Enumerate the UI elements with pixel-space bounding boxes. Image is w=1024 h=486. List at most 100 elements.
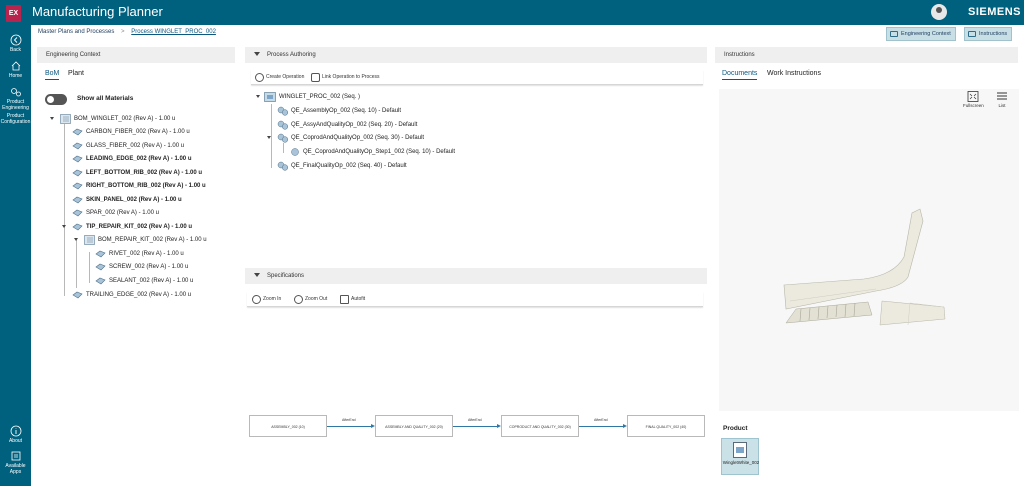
engineering-context-panel: Engineering Context [37, 47, 235, 63]
engineering-context-button[interactable]: Engineering Context [886, 27, 956, 41]
tab-work-instructions[interactable]: Work Instructions [767, 70, 821, 77]
tree-item[interactable]: SKIN_PANEL_002 (Rev A) - 1.00 u [72, 195, 182, 205]
product-file-card[interactable]: WingletWhite_002 [721, 438, 759, 475]
autofit-icon [340, 295, 349, 304]
process-tree-item[interactable]: QE_CoprodAndQualityOp_002 (Seq. 30) - De… [277, 133, 424, 143]
tree-connector [89, 252, 90, 283]
apps-icon [11, 451, 20, 461]
list-button[interactable]: List [996, 91, 1008, 108]
part-icon [72, 182, 83, 190]
flow-node[interactable]: COPRODUCT AND QUALITY_002 (30) [501, 415, 579, 437]
winglet-3d-model [783, 208, 946, 326]
nav-product-configuration[interactable]: Product Configuration [0, 113, 31, 125]
process-tree-item-label: QE_CoprodAndQualityOp_002 (Seq. 30) - De… [291, 135, 425, 141]
instructions-button[interactable]: Instructions [964, 27, 1013, 41]
autofit-button[interactable]: Autofit [340, 294, 365, 305]
process-tree-item-label: WINGLET_PROC_002 (Seq. ) [279, 94, 361, 100]
nav-back[interactable]: Back [0, 34, 31, 53]
process-authoring-panel: Process Authoring [245, 47, 707, 63]
tree-item[interactable]: SPAR_002 (Rev A) - 1.00 u [72, 208, 159, 218]
image-file-icon [733, 442, 747, 458]
tree-item[interactable]: RIVET_002 (Rev A) - 1.00 u [95, 249, 184, 259]
tree-item[interactable]: SCREW_002 (Rev A) - 1.00 u [95, 262, 188, 272]
tree-item[interactable]: GLASS_FIBER_002 (Rev A) - 1.00 u [72, 141, 184, 151]
expand-icon[interactable] [50, 117, 54, 120]
tab-documents[interactable]: Documents [722, 70, 758, 80]
nav-about[interactable]: About [0, 425, 31, 444]
engineering-context-button-label: Engineering Context [901, 31, 951, 37]
app-title: Manufacturing Planner [32, 4, 163, 19]
part-icon [95, 250, 106, 258]
expand-icon[interactable] [62, 225, 66, 228]
tab-plant[interactable]: Plant [68, 70, 84, 77]
tree-connector [64, 124, 65, 296]
tree-item[interactable]: SEALANT_002 (Rev A) - 1.00 u [95, 276, 193, 286]
breadcrumb-current[interactable]: Process WINGLET_PROC_002 [131, 29, 216, 35]
tree-item[interactable]: TRAILING_EDGE_002 (Rev A) - 1.00 u [72, 290, 191, 300]
link-operation-label: Link Operation to Process [322, 74, 380, 80]
specifications-title: Specifications [267, 273, 305, 279]
tree-item[interactable]: BOM_REPAIR_KIT_002 (Rev A) - 1.00 u [84, 235, 207, 245]
part-icon [72, 209, 83, 217]
tree-item[interactable]: LEADING_EDGE_002 (Rev A) - 1.00 u [72, 154, 191, 164]
instructions-button-label: Instructions [979, 31, 1008, 37]
zoom-out-button[interactable]: Zoom Out [294, 294, 327, 305]
expand-icon[interactable] [74, 238, 78, 241]
tree-item[interactable]: RIGHT_BOTTOM_RIB_002 (Rev A) - 1.00 u [72, 181, 206, 191]
collapse-caret-icon[interactable] [254, 273, 260, 278]
fullscreen-button[interactable]: Fullscreen [963, 91, 984, 108]
flow-node[interactable]: ASSEMBLY AND QUALITY_002 (20) [375, 415, 453, 437]
specifications-header[interactable]: Specifications [245, 268, 707, 284]
process-tree-item[interactable]: QE_CoprodAndQualityOp_Step1_002 (Seq. 10… [289, 147, 455, 157]
product-label: Product [723, 425, 748, 432]
tree-item-label: BOM_REPAIR_KIT_002 (Rev A) - 1.00 u [98, 237, 207, 243]
fullscreen-icon [967, 91, 979, 102]
breadcrumb-root[interactable]: Master Plans and Processes [38, 29, 114, 35]
tree-item-label: LEADING_EDGE_002 (Rev A) - 1.00 u [86, 156, 192, 162]
part-icon [72, 291, 83, 299]
show-all-materials-toggle[interactable] [45, 94, 67, 105]
nav-available-apps[interactable]: Available Apps [0, 450, 31, 475]
nav-home[interactable]: Home [0, 60, 31, 79]
tab-bom[interactable]: BoM [45, 70, 60, 80]
tree-item[interactable]: CARBON_FIBER_002 (Rev A) - 1.00 u [72, 127, 190, 137]
instructions-panel: Instructions [715, 47, 1018, 63]
process-tree-item[interactable]: QE_AssyAndQualityOp_002 (Seq. 20) - Defa… [277, 120, 417, 130]
top-bar: EX Manufacturing Planner SIEMENS [0, 0, 1024, 25]
nav-home-label: Home [8, 73, 23, 79]
left-nav: Back Home Product Engineering Product Co… [0, 25, 31, 486]
process-authoring-title: Process Authoring [267, 52, 316, 58]
autofit-label: Autofit [351, 296, 366, 302]
tree-item[interactable]: BOM_WINGLET_002 (Rev A) - 1.00 u [60, 114, 175, 124]
specifications-panel: Specifications [245, 268, 707, 284]
process-tree-item-label: QE_AssemblyOp_002 (Seq. 10) - Default [291, 108, 402, 114]
tree-item[interactable]: LEFT_BOTTOM_RIB_002 (Rev A) - 1.00 u [72, 168, 202, 178]
zoom-in-icon [252, 295, 261, 304]
link-operation-button[interactable]: Link Operation to Process [311, 72, 380, 83]
zoom-in-button[interactable]: Zoom In [252, 294, 281, 305]
instructions-title: Instructions [715, 47, 1018, 63]
process-tree-item[interactable]: QE_AssemblyOp_002 (Seq. 10) - Default [277, 106, 401, 116]
process-tree-item[interactable]: QE_FinalQualityOp_002 (Seq. 40) - Defaul… [277, 161, 407, 171]
part-icon [72, 196, 83, 204]
tree-item-label: LEFT_BOTTOM_RIB_002 (Rev A) - 1.00 u [86, 170, 203, 176]
tree-item[interactable]: TIP_REPAIR_KIT_002 (Rev A) - 1.00 u [72, 222, 192, 232]
process-tree-item-label: QE_FinalQualityOp_002 (Seq. 40) - Defaul… [291, 163, 407, 169]
flow-edge-label: AfterEnd [342, 418, 356, 422]
process-authoring-header[interactable]: Process Authoring [245, 47, 707, 63]
operation-icon [277, 133, 289, 143]
expand-icon[interactable] [256, 95, 260, 98]
collapse-caret-icon[interactable] [254, 52, 260, 57]
create-operation-button[interactable]: Create Operation [255, 72, 304, 83]
expand-icon[interactable] [267, 136, 271, 139]
flow-node[interactable]: ASSEMBLY_002 (10) [249, 415, 327, 437]
nav-product-engineering[interactable]: Product Engineering [0, 86, 31, 111]
flow-node[interactable]: FINAL QUALITY_002 (40) [627, 415, 705, 437]
step-icon [291, 148, 299, 156]
process-tree-item[interactable]: WINGLET_PROC_002 (Seq. ) [264, 92, 360, 102]
bom-icon [84, 235, 95, 245]
brand-logo: SIEMENS [968, 6, 1022, 18]
back-arrow-icon [10, 34, 21, 46]
user-avatar-icon[interactable] [931, 4, 947, 20]
tree-item-label: TIP_REPAIR_KIT_002 (Rev A) - 1.00 u [86, 224, 193, 230]
